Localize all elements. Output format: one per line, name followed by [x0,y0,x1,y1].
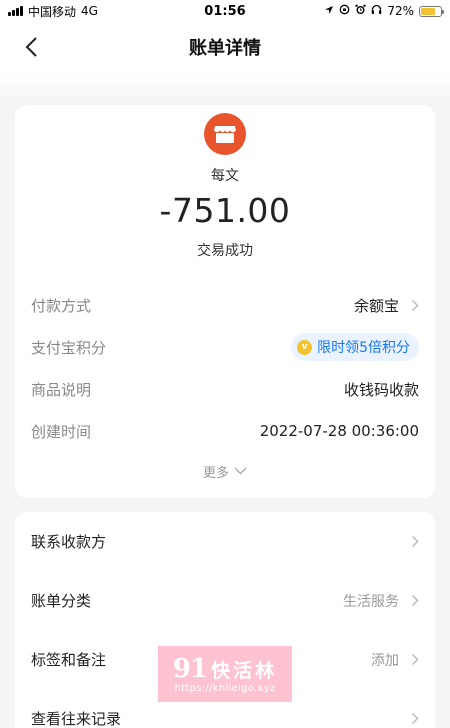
bill-summary-card: 每文 -751.00 交易成功 付款方式 余额宝 支付宝积分 v 限时领5倍积分… [15,105,435,498]
headphones-icon [371,4,382,18]
battery-percent: 72% [387,4,414,18]
payment-method-label: 付款方式 [31,296,92,315]
contact-payee-right [399,535,419,548]
points-promo-badge[interactable]: v 限时领5倍积分 [291,333,419,361]
merchant-avatar [204,113,246,155]
points-coin-icon: v [297,339,313,355]
network-type: 4G [81,4,98,18]
alipay-points-row: 支付宝积分 v 限时领5倍积分 [31,326,419,368]
tags-notes-value: 添加 [371,652,399,669]
status-bar-left: 中国移动 4G [8,3,98,20]
transaction-history-label: 查看往来记录 [31,710,122,728]
points-promo-text: 限时领5倍积分 [317,340,410,356]
contact-payee-row[interactable]: 联系收款方 [15,512,435,571]
watermark-name: 快活林 [211,660,278,682]
bill-category-value: 生活服务 [343,593,399,610]
merchant-name: 每文 [211,168,239,184]
storefront-icon [213,126,237,143]
payment-method-value: 余额宝 [353,296,399,315]
product-description-value: 收钱码收款 [343,380,419,399]
created-time-row: 创建时间 2022-07-28 00:36:00 [31,410,419,452]
detail-list: 付款方式 余额宝 支付宝积分 v 限时领5倍积分 商品说明 收钱码收款 创建时间… [15,284,435,452]
back-button[interactable] [18,34,44,60]
chevron-right-icon [411,594,419,607]
created-time-label: 创建时间 [31,422,92,441]
chevron-right-icon [411,299,419,311]
alipay-points-label: 支付宝积分 [31,338,107,357]
bill-category-row[interactable]: 账单分类 生活服务 [15,571,435,630]
chevron-right-icon [411,653,419,666]
screen-lock-icon [339,4,350,18]
tags-notes-label: 标签和备注 [31,651,107,669]
transaction-status: 交易成功 [197,243,253,259]
battery-icon [419,5,444,17]
product-description-label: 商品说明 [31,380,92,399]
alarm-icon [355,4,367,18]
payment-method-row[interactable]: 付款方式 余额宝 [31,284,419,326]
status-bar: 中国移动 4G 01:56 72% [0,0,450,22]
bill-category-label: 账单分类 [31,592,92,610]
carrier-name: 中国移动 [28,4,77,19]
watermark-title: 91 快活林 [173,654,277,684]
page-title: 账单详情 [189,38,261,59]
more-button[interactable]: 更多 [15,454,435,488]
chevron-right-icon [411,535,419,548]
payment-method-value-group: 余额宝 [354,295,419,316]
watermark-logo: 91 快活林 https://khllelgo.xyz [158,646,292,702]
product-description-row: 商品说明 收钱码收款 [31,368,419,410]
chevron-right-icon [411,712,419,725]
more-label: 更多 [202,465,229,481]
transaction-amount: -751.00 [159,191,291,230]
transaction-history-right [399,712,419,725]
watermark-url: https://khllelgo.xyz [174,683,276,694]
nav-bar: 账单详情 [0,22,450,72]
status-bar-right: 72% [324,4,444,18]
location-icon [324,5,334,18]
contact-payee-label: 联系收款方 [31,533,107,551]
chevron-left-icon [25,37,37,57]
status-time: 01:56 [204,3,246,19]
signal-icon [8,6,23,16]
watermark-number: 91 [172,654,208,684]
bill-category-right: 生活服务 [343,591,419,611]
header-gradient [0,72,450,102]
created-time-value: 2022-07-28 00:36:00 [259,422,419,440]
chevron-down-icon [234,467,247,475]
tags-notes-right: 添加 [371,650,419,670]
